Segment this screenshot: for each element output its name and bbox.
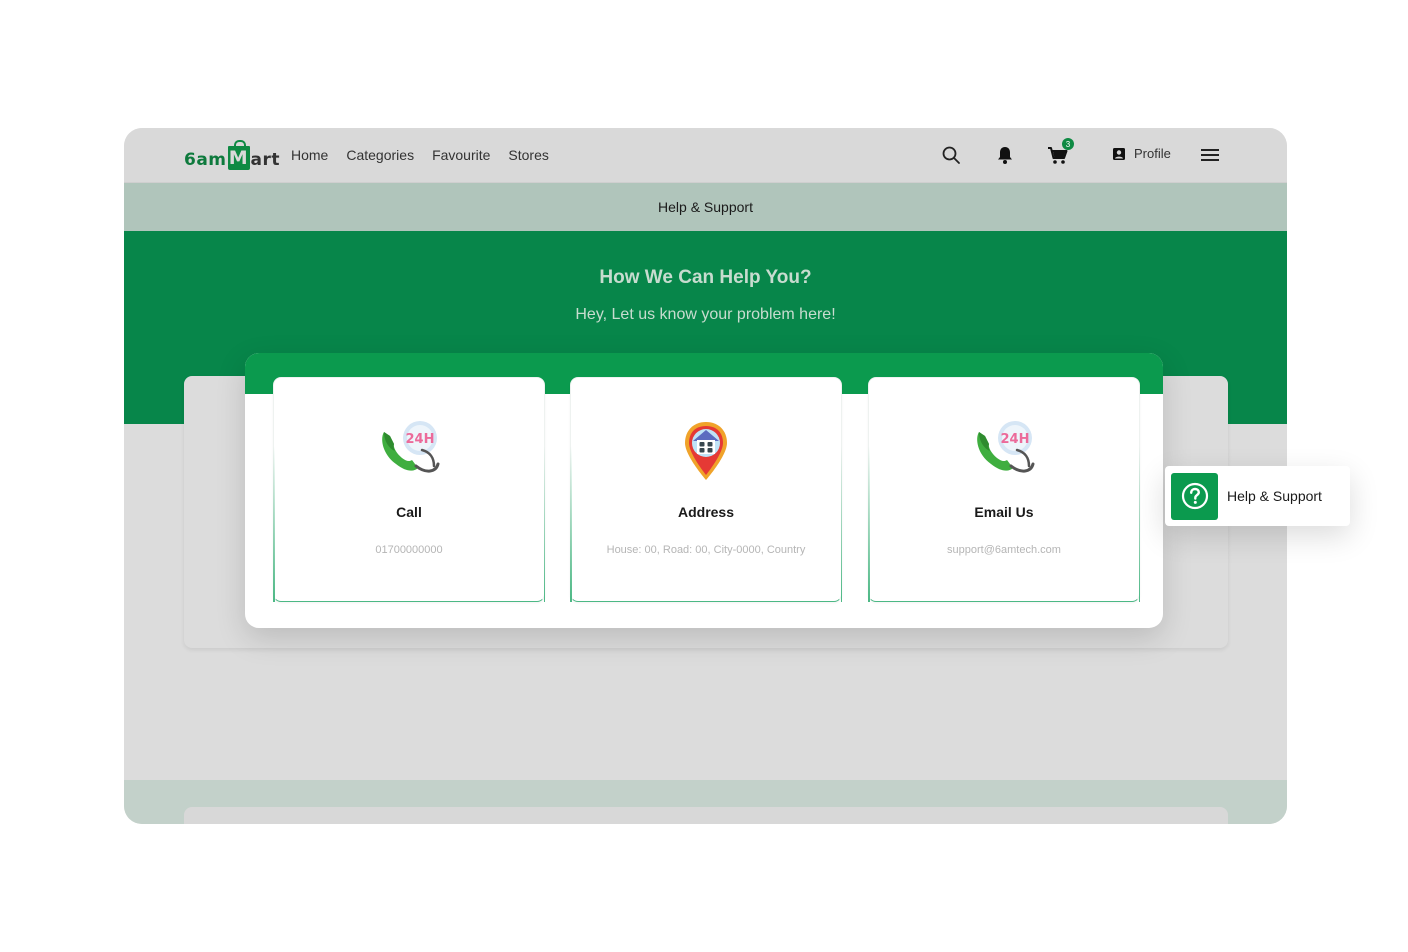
logo-text-end: art	[250, 150, 280, 170]
svg-text:24H: 24H	[1001, 432, 1030, 447]
email-value: support@6amtech.com	[947, 544, 1061, 556]
browser-frame: 6am M art Home Categories Favourite Stor…	[124, 128, 1287, 824]
phone-24h-icon: 24H	[977, 421, 1035, 473]
subheader-title: Help & Support	[658, 199, 753, 215]
search-icon[interactable]	[939, 143, 963, 167]
top-navbar: 6am M art Home Categories Favourite Stor…	[124, 128, 1287, 183]
page-subheader: Help & Support	[124, 183, 1287, 231]
hero-title: How We Can Help You?	[599, 267, 812, 288]
profile-label: Profile	[1134, 146, 1171, 161]
cart-count-badge: 3	[1062, 138, 1074, 150]
address-value: House: 00, Road: 00, City-0000, Country	[606, 544, 806, 556]
cart-icon[interactable]: 3	[1046, 138, 1074, 168]
email-title: Email Us	[974, 504, 1034, 520]
logo[interactable]: 6am M art	[184, 140, 280, 170]
address-card[interactable]: Address House: 00, Road: 00, City-0000, …	[570, 377, 842, 603]
call-card[interactable]: 24H Call 01700000000	[273, 377, 545, 603]
call-value: 01700000000	[375, 544, 443, 556]
address-title: Address	[677, 504, 735, 520]
profile-button[interactable]: Profile	[1112, 146, 1171, 161]
bell-icon[interactable]	[993, 143, 1017, 167]
logo-text-start: 6am	[184, 150, 227, 170]
nav-link-home[interactable]: Home	[291, 147, 328, 163]
hero-subtitle: Hey, Let us know your problem here!	[575, 306, 836, 323]
contact-card-container: 24H Call 01700000000 Address House: 00, …	[245, 353, 1163, 628]
phone-24h-icon: 24H	[382, 421, 440, 473]
footer-panel	[184, 807, 1228, 824]
nav-link-stores[interactable]: Stores	[508, 147, 548, 163]
call-title: Call	[396, 504, 422, 520]
profile-icon	[1113, 147, 1125, 160]
menu-icon[interactable]	[1198, 143, 1222, 167]
nav-links: Home Categories Favourite Stores	[291, 147, 549, 163]
svg-text:24H: 24H	[406, 432, 435, 447]
shopping-bag-logo-icon: M	[227, 140, 250, 170]
help-support-floating-button[interactable]: Help & Support	[1165, 466, 1350, 526]
location-pin-icon	[685, 422, 727, 480]
question-icon	[1171, 472, 1218, 520]
help-support-label: Help & Support	[1227, 488, 1322, 504]
email-card[interactable]: 24H Email Us support@6amtech.com	[868, 377, 1140, 603]
nav-link-categories[interactable]: Categories	[346, 147, 414, 163]
nav-link-favourite[interactable]: Favourite	[432, 147, 490, 163]
